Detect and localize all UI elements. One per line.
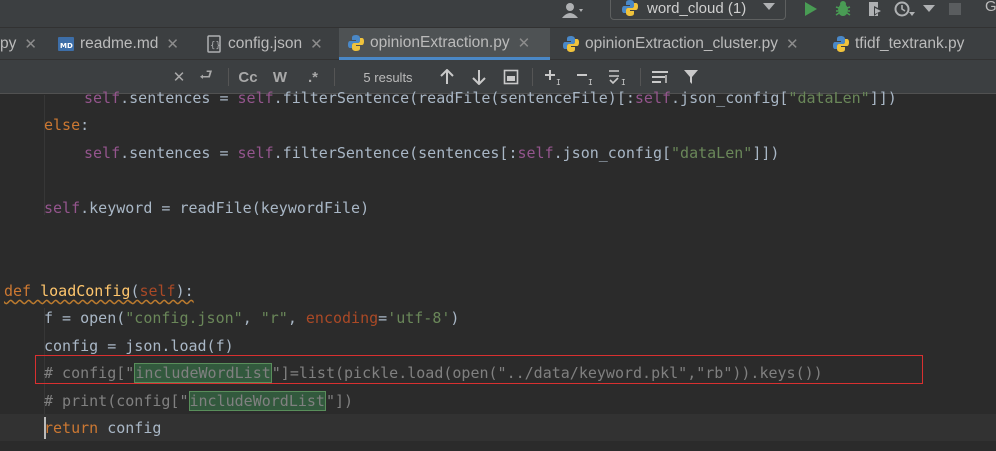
stop-icon[interactable] xyxy=(944,0,966,20)
close-icon[interactable]: ✕ xyxy=(518,34,531,52)
svg-text:{}: {} xyxy=(210,41,221,51)
close-icon[interactable]: ✕ xyxy=(310,35,323,53)
chevron-down-icon xyxy=(763,3,775,10)
search-match: includeWordList xyxy=(188,391,326,411)
text-caret xyxy=(44,417,46,439)
code-line: return config xyxy=(44,419,162,437)
code-editor[interactable]: self.sentences = self.filterSentence(rea… xyxy=(0,89,996,451)
json-icon: {} xyxy=(207,35,221,53)
run-icon[interactable] xyxy=(800,0,822,20)
tab-py[interactable]: py ✕ xyxy=(0,28,37,60)
code-line: # config["includeWordList"]=list(pickle.… xyxy=(44,363,823,383)
tab-label: readme.md xyxy=(80,35,159,52)
profile-icon[interactable] xyxy=(894,0,916,20)
svg-text:MD: MD xyxy=(60,42,73,50)
divider xyxy=(228,68,229,86)
code-line: else: xyxy=(44,116,90,134)
close-icon[interactable]: ✕ xyxy=(24,35,37,53)
run-configuration-label: word_cloud (1) xyxy=(647,0,747,17)
tab-tfidf-textrank-py[interactable]: tfidf_textrank.py xyxy=(832,28,964,60)
tab-readme-md[interactable]: MD readme.md ✕ xyxy=(57,28,179,60)
python-icon xyxy=(622,0,638,16)
close-icon[interactable]: ✕ xyxy=(786,35,799,53)
code-line: self.sentences = self.filterSentence(rea… xyxy=(84,89,897,107)
editor-tab-bar: py ✕ MD readme.md ✕ {} config.json ✕ opi… xyxy=(0,28,996,60)
tab-label: config.json xyxy=(228,35,303,52)
python-icon xyxy=(563,36,579,52)
search-match: includeWordList xyxy=(134,363,272,383)
tab-config-json[interactable]: {} config.json ✕ xyxy=(205,28,323,60)
code-line: def loadConfig(self): xyxy=(4,282,194,300)
more-chevron-icon[interactable] xyxy=(918,0,940,20)
code-line: self.keyword = readFile(keywordFile) xyxy=(44,199,370,217)
tab-label: opinionExtraction_cluster.py xyxy=(585,35,779,52)
tab-opinionextraction-py[interactable]: opinionExtraction.py ✕ xyxy=(339,28,550,60)
python-icon xyxy=(833,36,849,52)
divider xyxy=(532,68,533,86)
run-configuration-select[interactable]: word_cloud (1) xyxy=(610,0,786,20)
toolbar-overflow-text: G xyxy=(985,0,996,15)
code-line: # print(config["includeWordList"]) xyxy=(44,391,354,411)
user-icon[interactable] xyxy=(553,0,593,20)
tab-label: py xyxy=(0,35,17,52)
code-line: self.sentences = self.filterSentence(sen… xyxy=(84,144,780,162)
tab-label: tfidf_textrank.py xyxy=(855,35,965,52)
markdown-icon: MD xyxy=(58,37,74,51)
code-line: f = open("config.json", "r", encoding='u… xyxy=(44,309,460,327)
coverage-icon[interactable] xyxy=(864,0,886,20)
divider xyxy=(640,68,641,86)
divider xyxy=(334,68,335,86)
python-icon xyxy=(348,34,364,51)
tab-opinionextraction-cluster-py[interactable]: opinionExtraction_cluster.py ✕ xyxy=(562,28,799,60)
debug-icon[interactable] xyxy=(832,0,854,20)
tab-label: opinionExtraction.py xyxy=(370,33,510,51)
top-toolbar: word_cloud (1) G xyxy=(0,0,996,28)
close-icon[interactable]: ✕ xyxy=(166,35,179,53)
